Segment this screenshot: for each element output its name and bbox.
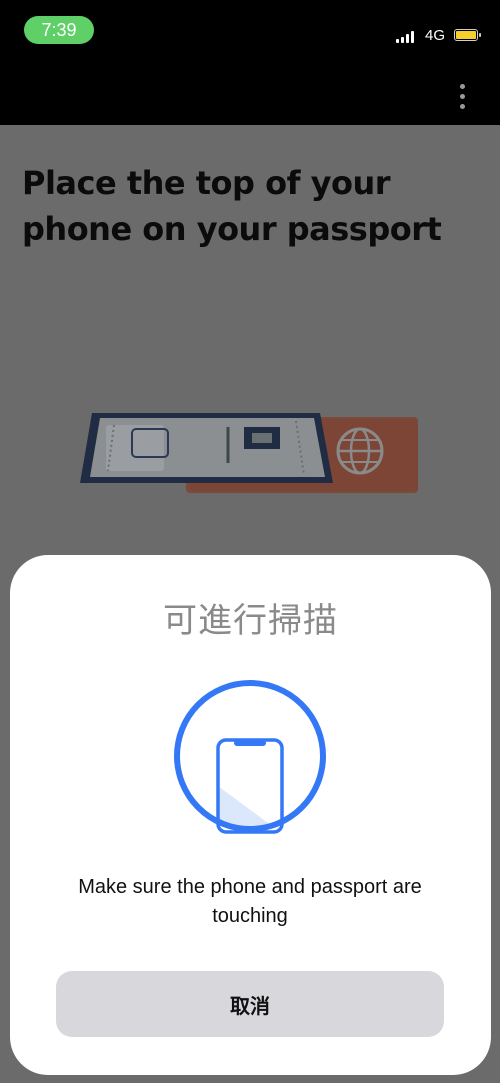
cancel-button[interactable]: 取消 [56,971,444,1037]
network-type: 4G [425,27,446,44]
phone-on-passport-illustration [80,413,418,493]
scan-instruction: Make sure the phone and passport are tou… [78,876,422,927]
app-bar [0,68,500,125]
phone-scan-icon [174,680,326,834]
status-time: 7:39 [24,16,94,44]
page-title: Place the top of your phone on your pass… [22,164,442,248]
scan-sheet: 可進行掃描 Make sure the phone and passport a… [10,555,491,1075]
battery-icon [454,29,481,41]
scan-sheet-title: 可進行掃描 [163,601,338,641]
more-vertical-icon[interactable] [452,84,472,110]
cellular-signal-icon [396,31,416,43]
status-bar: 7:39 4G [0,0,500,68]
